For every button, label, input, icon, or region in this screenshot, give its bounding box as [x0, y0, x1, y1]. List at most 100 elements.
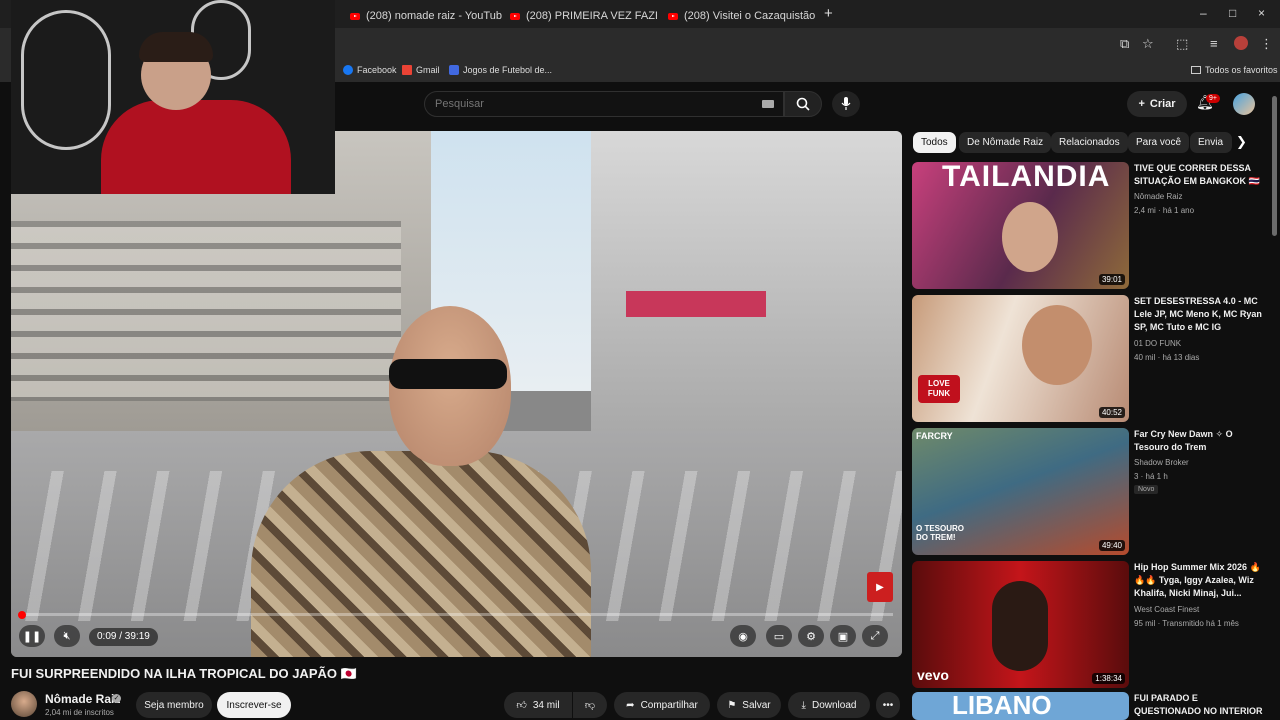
subscribe-button[interactable]: Inscrever-se	[217, 692, 291, 718]
voice-search-button[interactable]	[832, 91, 860, 117]
recommendation-meta: 3 · há 1 h	[1134, 472, 1168, 481]
tab-title: (208) PRIMEIRA VEZ FAZENDO	[526, 10, 657, 22]
page-scrollbar[interactable]	[1272, 96, 1277, 236]
facebook-icon	[343, 65, 353, 75]
recommendation-channel: West Coast Finest	[1134, 605, 1200, 614]
browser-menu-icon[interactable]: ⋮	[1260, 36, 1273, 52]
recommendation-title: SET DESESTRESSA 4.0 - MC Lele JP, MC Men…	[1134, 296, 1262, 332]
thumbnail-text: O TESOURO DO TREM!	[916, 524, 965, 542]
account-avatar[interactable]	[1233, 93, 1255, 115]
video-thumbnail[interactable]: LOVE FUNK 40:52	[912, 295, 1129, 422]
recommendation-item[interactable]: TAILANDIA 39:01 TIVE QUE CORRER DESSA SI…	[912, 162, 1266, 292]
new-tab-button[interactable]: +	[824, 5, 833, 22]
search-button[interactable]	[784, 91, 822, 117]
thumbs-down-icon: 👎︎	[584, 700, 596, 711]
duration-badge: 39:01	[1098, 274, 1125, 285]
search-input[interactable]	[435, 92, 735, 116]
vevo-logo: vevo	[917, 667, 949, 683]
recommendation-item[interactable]: LOVE FUNK 40:52 SET DESESTRESSA 4.0 - MC…	[912, 295, 1266, 425]
browser-tab[interactable]: (208) nomade raiz - YouTube ✕	[342, 4, 502, 28]
bookmark-label: Gmail	[416, 65, 440, 75]
duration-badge: 49:40	[1098, 540, 1125, 551]
scrubber-handle[interactable]	[18, 611, 26, 619]
fullscreen-icon: ⤢	[870, 629, 880, 642]
mute-button[interactable]: 🔇︎	[54, 625, 80, 647]
media-controls-icon[interactable]: ≡	[1210, 36, 1218, 51]
subtitles-button[interactable]: ▭	[766, 625, 792, 647]
webcam-overlay	[11, 0, 335, 194]
dislike-button[interactable]: 👎︎	[573, 692, 607, 718]
theater-mode-button[interactable]: ▣	[830, 625, 856, 647]
download-button[interactable]: ⤓ Download	[788, 692, 870, 718]
browser-tab[interactable]: (208) Visitei o Cazaquistão (mis ✕	[660, 4, 816, 28]
video-thumbnail[interactable]: TAILANDIA 39:01	[912, 162, 1129, 289]
recommendation-item[interactable]: LIBANO FUI PARADO E QUESTIONADO NO INTER…	[912, 692, 1266, 720]
join-button[interactable]: Seja membro	[136, 692, 212, 718]
video-title: FUI SURPREENDIDO NA ILHA TROPICAL DO JAP…	[11, 666, 357, 681]
folder-icon	[1191, 66, 1201, 74]
recommendation-item[interactable]: FARCRY O TESOURO DO TREM! 49:40 Far Cry …	[912, 428, 1266, 558]
channel-watermark-icon[interactable]: ▶	[867, 572, 893, 602]
save-button[interactable]: ⚑ Salvar	[717, 692, 781, 718]
settings-button[interactable]: ⚙	[798, 625, 824, 647]
plus-icon: +	[1138, 98, 1145, 110]
channel-name[interactable]: Nômade Raiz	[45, 692, 120, 706]
chip-todos[interactable]: Todos	[913, 132, 956, 153]
chip-de-nomade-raiz[interactable]: De Nômade Raiz	[959, 132, 1052, 153]
close-window-button[interactable]: ×	[1258, 6, 1265, 20]
bookmark-gmail[interactable]: Gmail	[402, 65, 440, 75]
thumbnail-text: TAILANDIA	[942, 162, 1111, 193]
progress-bar[interactable]	[21, 613, 893, 616]
channel-avatar[interactable]	[11, 691, 37, 717]
recommendation-item[interactable]: vevo 1:38:34 Hip Hop Summer Mix 2026 🔥🔥🔥…	[912, 561, 1266, 689]
recommendation-channel: Nômade Raiz	[1134, 192, 1183, 201]
bookmark-label: Facebook	[357, 65, 397, 75]
subtitles-icon: ▭	[773, 630, 785, 643]
search-box[interactable]	[424, 91, 784, 117]
recommendation-meta: 2,4 mi · há 1 ano	[1134, 206, 1195, 215]
more-actions-button[interactable]: •••	[876, 692, 900, 718]
subscriber-count: 2,04 mi de inscritos	[45, 708, 114, 717]
maximize-button[interactable]: □	[1229, 6, 1236, 20]
time-display: 0:09 / 39:19	[89, 628, 158, 646]
fullscreen-button[interactable]: ⤢	[862, 625, 888, 647]
share-button[interactable]: ➦ Compartilhar	[614, 692, 710, 718]
duration-badge: 1:38:34	[1092, 673, 1125, 684]
video-player[interactable]	[11, 131, 902, 657]
video-thumbnail[interactable]: LIBANO	[912, 692, 1129, 720]
bookmark-jogos[interactable]: Jogos de Futebol de...	[449, 65, 552, 75]
video-thumbnail[interactable]: FARCRY O TESOURO DO TREM! 49:40	[912, 428, 1129, 555]
cast-icon[interactable]: ⧉	[1120, 36, 1129, 52]
chip-relacionados[interactable]: Relacionados	[1051, 132, 1128, 153]
chevron-right-icon[interactable]: ❯	[1236, 134, 1247, 150]
autoplay-toggle[interactable]: ◉	[730, 625, 756, 647]
browser-tab[interactable]: (208) PRIMEIRA VEZ FAZENDO ✕	[502, 4, 657, 28]
video-thumbnail[interactable]: vevo 1:38:34	[912, 561, 1129, 688]
recommendation-title: Hip Hop Summer Mix 2026 🔥🔥🔥 Tyga, Iggy A…	[1134, 562, 1261, 598]
create-label: Criar	[1149, 98, 1176, 110]
chip-para-voce[interactable]: Para você	[1128, 132, 1190, 153]
extensions-icon[interactable]: ⬚	[1176, 36, 1188, 52]
join-label: Seja membro	[144, 699, 204, 711]
youtube-favicon-icon	[510, 12, 520, 20]
bookmark-star-icon[interactable]: ☆	[1142, 36, 1154, 52]
theater-icon: ▣	[837, 630, 849, 643]
thumbnail-text: LIBANO	[952, 692, 1052, 720]
all-favorites-label: Todos os favoritos	[1205, 65, 1278, 75]
keyboard-icon[interactable]	[762, 100, 774, 108]
minimize-button[interactable]: –	[1200, 6, 1207, 20]
profile-avatar-icon[interactable]	[1234, 36, 1248, 50]
tab-title: (208) nomade raiz - YouTube	[366, 10, 502, 22]
all-favorites[interactable]: Todos os favoritos	[1191, 65, 1278, 75]
like-button[interactable]: 👍︎ 34 mil	[504, 692, 572, 718]
bookmark-icon: ⚑	[727, 699, 737, 711]
recommendation-title: Far Cry New Dawn ✧ O Tesouro do Trem	[1134, 429, 1233, 452]
bookmark-facebook[interactable]: Facebook	[343, 65, 397, 75]
create-button[interactable]: + Criar	[1127, 91, 1187, 117]
gear-icon: ⚙	[806, 630, 816, 643]
share-label: Compartilhar	[640, 699, 698, 711]
chip-enviados[interactable]: Envia	[1190, 132, 1232, 153]
save-label: Salvar	[742, 699, 771, 711]
pause-button[interactable]: ❚❚	[19, 625, 45, 647]
thumbs-up-icon: 👍︎	[516, 700, 527, 711]
